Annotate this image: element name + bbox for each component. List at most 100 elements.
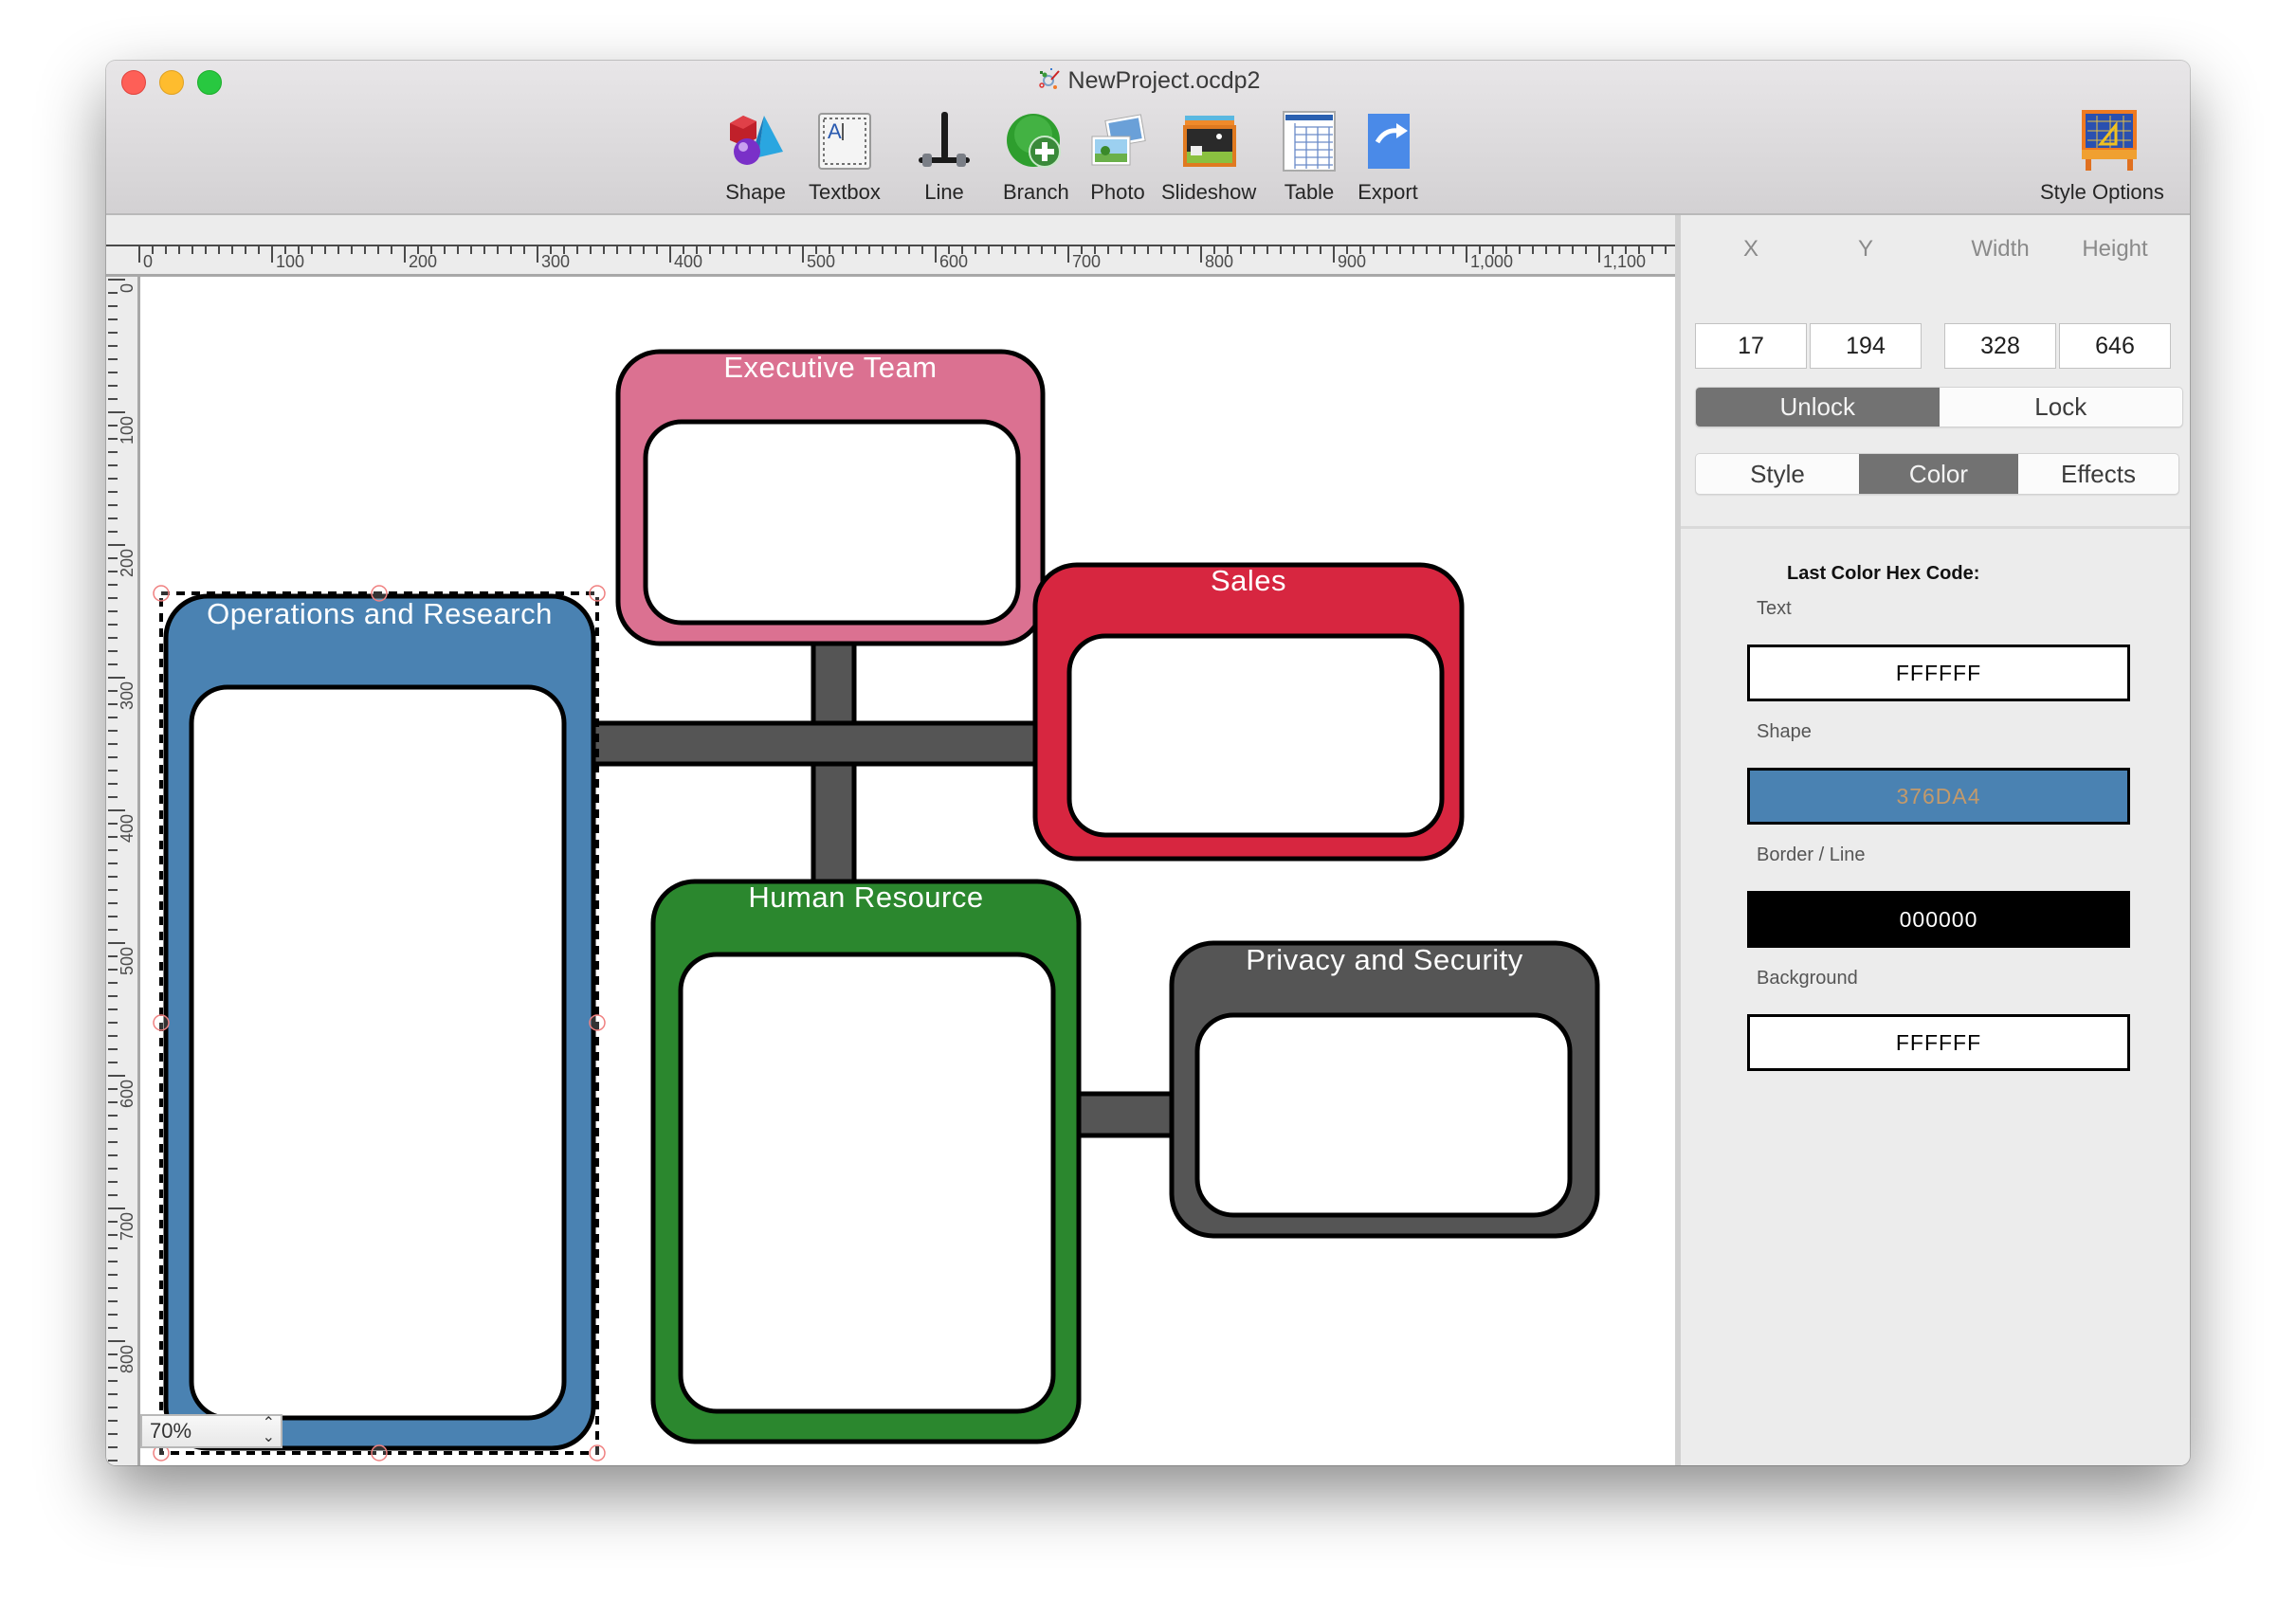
panel-divider xyxy=(1681,526,2190,529)
svg-text:A: A xyxy=(828,119,842,143)
privacy-title: Privacy and Security xyxy=(1246,943,1523,976)
x-field[interactable]: 17 xyxy=(1695,323,1807,369)
text-color-swatch[interactable]: FFFFFF xyxy=(1747,645,2130,701)
height-field[interactable]: 646 xyxy=(2059,323,2171,369)
toolbar-table-button[interactable]: Table xyxy=(1278,110,1340,205)
lock-button[interactable]: Lock xyxy=(1940,388,2183,427)
ruler-label: 100 xyxy=(276,252,304,271)
last-color-heading: Last Color Hex Code: xyxy=(1787,563,1980,584)
ruler-label: 800 xyxy=(118,1345,137,1373)
toolbar-branch-label: Branch xyxy=(1003,180,1069,204)
titlebar-toolbar: NewProject.ocdp2 Shape A Textbox Line Br… xyxy=(106,61,2190,215)
background-color-swatch[interactable]: FFFFFF xyxy=(1747,1014,2130,1071)
toolbar-shape-label: Shape xyxy=(725,180,786,204)
connector-hr-to-privacy[interactable] xyxy=(1074,1091,1175,1138)
width-label: Width xyxy=(1971,236,2030,262)
resize-handle-bottom[interactable] xyxy=(371,1444,388,1462)
slideshow-icon xyxy=(1177,110,1240,173)
ruler-label: 100 xyxy=(118,416,137,445)
zoom-level-stepper[interactable]: 70% ⌃ ⌄ xyxy=(140,1414,282,1448)
resize-handle-left[interactable] xyxy=(153,1014,170,1031)
ruler-label: 500 xyxy=(118,947,137,975)
table-icon xyxy=(1278,110,1340,173)
window-title-text: NewProject.ocdp2 xyxy=(1067,67,1261,94)
toolbar-line-button[interactable]: Line xyxy=(913,110,975,205)
inspector-panel: X Y Width Height 17 194 328 646 Unlock L… xyxy=(1681,215,2190,1465)
ruler-label: 0 xyxy=(143,252,153,271)
branch-add-icon xyxy=(1005,110,1067,173)
shape-privacy-and-security[interactable] xyxy=(1169,940,1600,1239)
zoom-level-value: 70% xyxy=(150,1419,192,1443)
ruler-label: 400 xyxy=(118,814,137,843)
human-resource-content-area[interactable] xyxy=(678,952,1056,1414)
operations-title: Operations and Research xyxy=(207,597,553,630)
human-resource-title: Human Resource xyxy=(748,881,984,914)
toolbar-line-label: Line xyxy=(924,180,964,204)
resize-handle-right[interactable] xyxy=(589,1014,606,1031)
toolbar-photo-button[interactable]: Photo xyxy=(1086,110,1149,205)
sales-title: Sales xyxy=(1210,564,1287,597)
ruler-label: 1,100 xyxy=(1603,252,1646,271)
ruler-label: 0 xyxy=(118,283,137,293)
unlock-button[interactable]: Unlock xyxy=(1696,388,1940,427)
toolbar-slideshow-label: Slideshow xyxy=(1161,180,1257,204)
ruler-label: 600 xyxy=(118,1080,137,1108)
ruler-label: 300 xyxy=(541,252,570,271)
border-color-label: Border / Line xyxy=(1757,844,1866,865)
toolbar-shape-button[interactable]: Shape xyxy=(724,110,787,205)
operations-content-area[interactable] xyxy=(189,684,567,1421)
sales-content-area[interactable] xyxy=(1066,633,1445,838)
toolbar-export-label: Export xyxy=(1358,180,1418,204)
stepper-arrows-icon[interactable]: ⌃ ⌄ xyxy=(263,1416,275,1445)
horizontal-ruler: 0 100 200 300 400 500 600 700 800 900 1,000 1,100 xyxy=(106,215,1675,277)
drawing-canvas[interactable]: Operations and Research Executive Team S… xyxy=(140,277,1675,1465)
line-icon xyxy=(913,110,975,173)
window-title: NewProject.ocdp2 xyxy=(106,66,2190,95)
inspector-tabs: Style Color Effects xyxy=(1695,453,2179,495)
export-icon xyxy=(1357,110,1419,173)
ruler-label: 900 xyxy=(1338,252,1366,271)
toolbar-slideshow-button[interactable]: Slideshow xyxy=(1161,110,1256,205)
toolbar-table-label: Table xyxy=(1284,180,1335,204)
toolbar-textbox-button[interactable]: A Textbox xyxy=(809,110,881,205)
app-window: NewProject.ocdp2 Shape A Textbox Line Br… xyxy=(106,61,2190,1465)
x-label: X xyxy=(1742,236,1758,262)
ruler-label: 400 xyxy=(674,252,702,271)
lock-segmented-control: Unlock Lock xyxy=(1695,387,2183,427)
shape-sales[interactable] xyxy=(1032,562,1465,862)
height-label: Height xyxy=(2082,236,2148,262)
tab-effects[interactable]: Effects xyxy=(2018,454,2178,494)
vertical-ruler-ticks: 0 100 200 300 400 500 600 700 800 xyxy=(108,279,137,1462)
ruler-label: 500 xyxy=(807,252,835,271)
style-options-label: Style Options xyxy=(2040,180,2164,204)
executive-team-content-area[interactable] xyxy=(643,419,1021,626)
shape-color-swatch[interactable]: 376DA4 xyxy=(1747,768,2130,825)
privacy-content-area[interactable] xyxy=(1194,1012,1573,1218)
toolbar-export-button[interactable]: Export xyxy=(1357,110,1419,205)
horizontal-ruler-ticks: 0 100 200 300 400 500 600 700 800 900 1,000 1,100 xyxy=(106,245,1675,271)
resize-handle-bottom-right[interactable] xyxy=(589,1444,606,1462)
ruler-label: 600 xyxy=(939,252,968,271)
shape-executive-team[interactable] xyxy=(615,349,1046,646)
ruler-label: 200 xyxy=(118,549,137,577)
shape-color-label: Shape xyxy=(1757,721,1812,742)
toolbar-photo-label: Photo xyxy=(1090,180,1145,204)
connector-operations-to-sales[interactable] xyxy=(591,720,1038,767)
ruler-label: 200 xyxy=(409,252,437,271)
text-color-label: Text xyxy=(1757,598,1792,619)
border-color-swatch[interactable]: 000000 xyxy=(1747,891,2130,948)
tab-style[interactable]: Style xyxy=(1696,454,1859,494)
toolbar-branch-button[interactable]: Branch xyxy=(1003,110,1069,205)
ruler-label: 700 xyxy=(1072,252,1101,271)
tab-color[interactable]: Color xyxy=(1859,454,2018,494)
shape-human-resource[interactable] xyxy=(650,879,1082,1444)
y-field[interactable]: 194 xyxy=(1810,323,1922,369)
shape-icon xyxy=(724,110,787,173)
width-field[interactable]: 328 xyxy=(1944,323,2056,369)
vertical-ruler: 0 100 200 300 400 500 600 700 800 xyxy=(106,277,140,1465)
shape-operations-and-research[interactable] xyxy=(163,593,596,1451)
photo-icon xyxy=(1086,110,1149,173)
executive-team-title: Executive Team xyxy=(723,351,938,384)
style-options-button[interactable]: Style Options xyxy=(2040,110,2164,205)
org-chart-diagram xyxy=(153,349,1600,1462)
